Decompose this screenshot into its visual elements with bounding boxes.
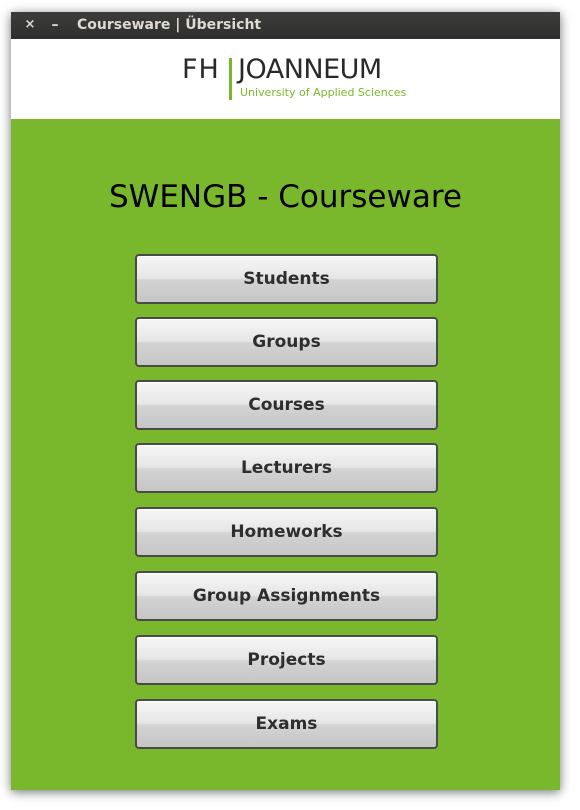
window-title: Courseware | Übersicht — [77, 17, 262, 33]
logo-divider — [229, 58, 232, 100]
students-button[interactable]: Students — [135, 254, 438, 304]
courses-button[interactable]: Courses — [135, 380, 438, 430]
minimize-icon[interactable]: – — [47, 17, 63, 33]
header-banner: FH JOANNEUM University of Applied Scienc… — [11, 39, 560, 119]
logo-fh-text: FH — [182, 54, 220, 85]
logo-subtitle: University of Applied Sciences — [240, 86, 407, 99]
app-window: × – Courseware | Übersicht FH JOANNEUM U… — [11, 12, 560, 790]
lecturers-button[interactable]: Lecturers — [135, 443, 438, 493]
logo-name-text: JOANNEUM — [238, 54, 382, 85]
title-bar: × – Courseware | Übersicht — [11, 12, 560, 39]
fh-joanneum-logo: FH JOANNEUM University of Applied Scienc… — [182, 54, 406, 104]
groups-button[interactable]: Groups — [135, 317, 438, 367]
page-title: SWENGB - Courseware — [108, 179, 462, 215]
homeworks-button[interactable]: Homeworks — [135, 507, 438, 557]
exams-button[interactable]: Exams — [135, 699, 438, 749]
group-assignments-button[interactable]: Group Assignments — [135, 571, 438, 621]
close-icon[interactable]: × — [22, 17, 38, 33]
main-panel: SWENGB - Courseware Students Groups Cour… — [11, 119, 560, 790]
navigation-menu: Students Groups Courses Lecturers Homewo… — [135, 254, 438, 762]
projects-button[interactable]: Projects — [135, 635, 438, 685]
